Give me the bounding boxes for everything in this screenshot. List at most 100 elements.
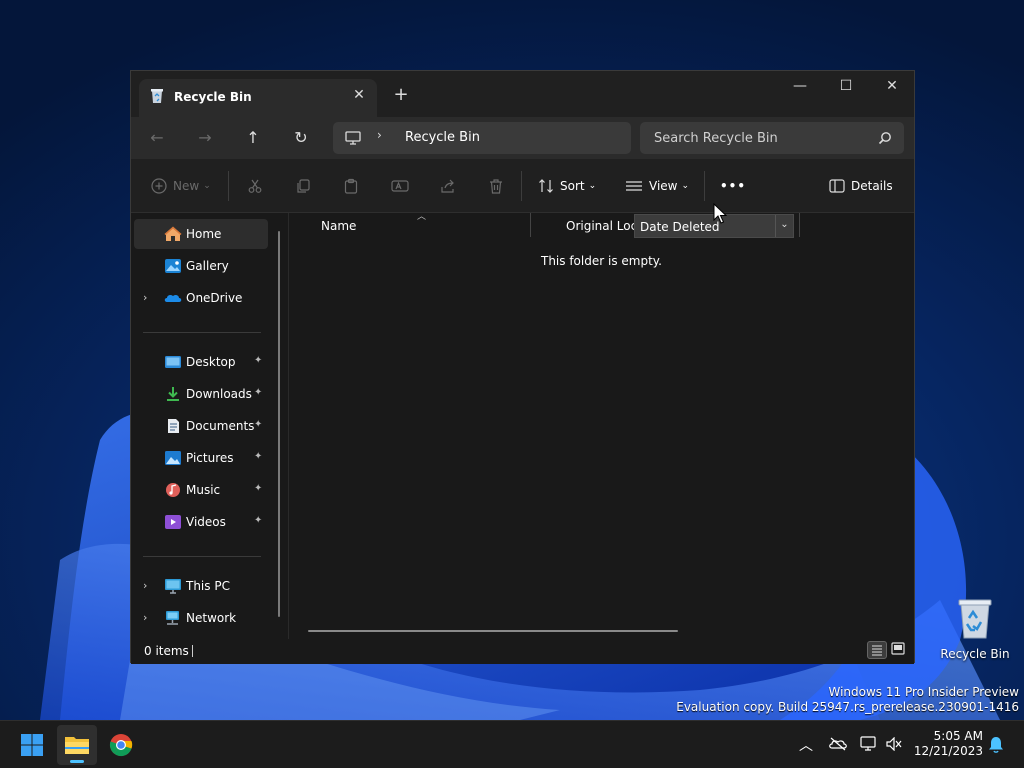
share-button[interactable] <box>440 174 462 198</box>
notification-bell-icon[interactable] <box>988 736 1004 753</box>
details-view-button[interactable] <box>867 641 887 659</box>
scissors-icon <box>248 179 262 193</box>
details-button[interactable]: Details <box>829 174 893 198</box>
view-label: View <box>649 179 678 193</box>
sidebar-item-label: Music <box>186 483 221 497</box>
chevron-right-icon[interactable]: › <box>143 579 147 592</box>
tab-recycle-bin[interactable]: Recycle Bin ✕ <box>139 79 377 117</box>
large-icons-view-button[interactable] <box>889 641 909 659</box>
mouse-cursor-icon <box>713 203 727 224</box>
divider <box>192 645 193 657</box>
sidebar-item-label: Pictures <box>186 451 234 465</box>
show-hidden-icons-button[interactable]: ︿ <box>799 735 813 755</box>
pin-icon[interactable]: ✦ <box>254 419 262 430</box>
more-options-button[interactable]: ••• <box>720 174 746 198</box>
delete-button[interactable] <box>488 174 510 198</box>
new-button[interactable]: New ⌄ <box>151 174 211 198</box>
chevron-down-icon[interactable]: ⌄ <box>775 215 793 237</box>
column-header-name[interactable]: Name <box>321 219 356 233</box>
recycle-bin-icon <box>151 89 163 103</box>
sidebar-item-videos[interactable]: Videos ✦ <box>134 507 268 537</box>
paste-button[interactable] <box>343 174 365 198</box>
plus-circle-icon <box>151 178 167 194</box>
address-bar[interactable]: › Recycle Bin <box>333 122 631 154</box>
search-input[interactable] <box>640 122 870 154</box>
divider <box>228 171 229 201</box>
command-bar: New ⌄ Sort ⌄ View ⌄ ••• Details <box>131 159 914 213</box>
sidebar-item-gallery[interactable]: Gallery <box>134 251 268 281</box>
sidebar-item-label: Documents <box>186 419 255 433</box>
refresh-button[interactable]: ↻ <box>285 125 317 151</box>
close-tab-icon[interactable]: ✕ <box>351 87 367 103</box>
sort-button[interactable]: Sort ⌄ <box>538 174 596 198</box>
chevron-right-icon[interactable]: › <box>143 291 147 304</box>
details-view-icon <box>872 645 882 656</box>
pin-icon[interactable]: ✦ <box>254 483 262 494</box>
taskbar-file-explorer[interactable] <box>57 725 97 765</box>
search-box[interactable] <box>640 122 904 154</box>
sidebar-scrollbar[interactable] <box>278 231 280 617</box>
sidebar-item-label: This PC <box>186 579 230 593</box>
this-pc-icon <box>165 579 181 594</box>
sidebar-item-downloads[interactable]: Downloads ✦ <box>134 379 268 409</box>
sidebar-item-label: Desktop <box>186 355 236 369</box>
sidebar-item-label: Home <box>186 227 222 241</box>
pin-icon[interactable]: ✦ <box>254 355 262 366</box>
chevron-right-icon[interactable]: › <box>143 611 147 624</box>
new-tab-button[interactable]: + <box>391 85 411 105</box>
sidebar-item-onedrive[interactable]: › OneDrive <box>134 283 268 313</box>
view-button[interactable]: View ⌄ <box>625 174 689 198</box>
clock-date: 12/21/2023 <box>913 744 983 758</box>
volume-muted-icon[interactable] <box>885 737 903 751</box>
sidebar-item-music[interactable]: Music ✦ <box>134 475 268 505</box>
cut-button[interactable] <box>247 174 269 198</box>
sidebar-item-label: OneDrive <box>186 291 243 305</box>
system-clock[interactable]: 5:05 AM 12/21/2023 <box>905 729 983 759</box>
chevron-down-icon: ⌄ <box>681 181 690 191</box>
forward-button[interactable]: → <box>189 125 221 151</box>
sidebar-item-network[interactable]: › Network <box>134 603 268 633</box>
sidebar-item-pictures[interactable]: Pictures ✦ <box>134 443 268 473</box>
tiles-view-icon <box>891 642 905 655</box>
up-button[interactable]: ↑ <box>237 125 269 151</box>
rename-icon <box>391 180 409 192</box>
rename-button[interactable] <box>391 174 415 198</box>
divider <box>143 332 261 333</box>
new-label: New <box>173 179 200 193</box>
search-icon[interactable] <box>878 131 892 145</box>
pin-icon[interactable]: ✦ <box>254 515 262 526</box>
maximize-button[interactable]: ☐ <box>823 71 869 103</box>
horizontal-scrollbar[interactable] <box>308 630 678 632</box>
navigation-bar: ← → ↑ ↻ › Recycle Bin <box>131 117 914 159</box>
back-button[interactable]: ← <box>141 125 173 151</box>
sidebar-item-desktop[interactable]: Desktop ✦ <box>134 347 268 377</box>
status-bar: 0 items <box>131 639 914 664</box>
tab-title: Recycle Bin <box>174 90 252 104</box>
evaluation-watermark: Windows 11 Pro Insider Preview Evaluatio… <box>676 685 1019 715</box>
column-separator[interactable] <box>799 213 800 237</box>
taskbar-chrome[interactable] <box>101 725 141 765</box>
network-status-icon[interactable] <box>860 736 878 752</box>
breadcrumb[interactable]: Recycle Bin <box>405 130 480 145</box>
windows-logo-icon <box>21 734 43 756</box>
sidebar-item-home[interactable]: Home <box>134 219 268 249</box>
pin-icon[interactable]: ✦ <box>254 451 262 462</box>
pin-icon[interactable]: ✦ <box>254 387 262 398</box>
copy-icon <box>297 179 310 193</box>
chevron-right-icon[interactable]: › <box>377 128 382 142</box>
start-button[interactable] <box>12 725 52 765</box>
minimize-button[interactable]: — <box>777 71 823 103</box>
onedrive-offline-icon[interactable] <box>829 737 847 751</box>
close-window-button[interactable]: ✕ <box>869 71 915 103</box>
sidebar-item-label: Network <box>186 611 237 625</box>
watermark-line-2: Evaluation copy. Build 25947.rs_prerelea… <box>676 700 1019 714</box>
sort-ascending-icon: ︿ <box>417 212 427 222</box>
sidebar-item-documents[interactable]: Documents ✦ <box>134 411 268 441</box>
sidebar-item-this-pc[interactable]: › This PC <box>134 571 268 601</box>
column-header-original-location[interactable]: Original Loca <box>566 219 645 233</box>
item-count: 0 items <box>144 644 189 658</box>
copy-button[interactable] <box>295 174 317 198</box>
desktop-recycle-bin[interactable]: Recycle Bin <box>940 596 1010 661</box>
divider <box>521 171 522 201</box>
column-separator[interactable] <box>530 213 531 237</box>
